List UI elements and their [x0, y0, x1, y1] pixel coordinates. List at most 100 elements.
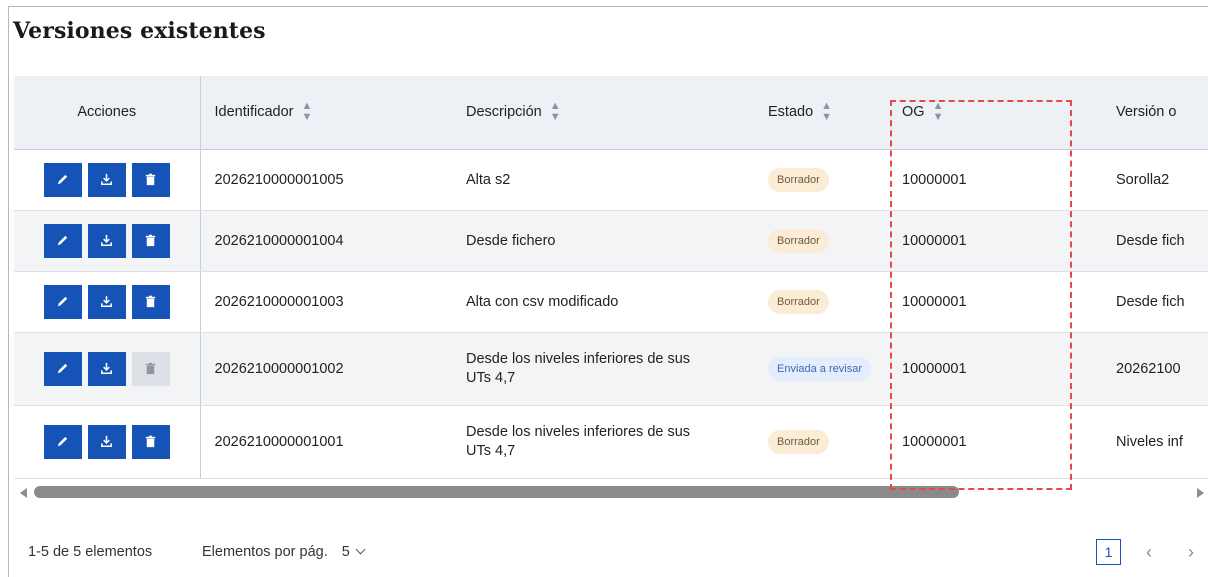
- cell-version: Desde fich: [1102, 210, 1208, 272]
- cell-identificador: 2026210000001002: [200, 332, 452, 406]
- download-button[interactable]: [87, 351, 126, 386]
- row-actions: [14, 271, 201, 333]
- header-descripcion[interactable]: Descripción ▲︎ ▼︎: [452, 76, 754, 150]
- cell-og: 10000001: [888, 210, 1102, 272]
- delete-button[interactable]: [131, 223, 170, 258]
- horizontal-scrollbar[interactable]: [14, 485, 1208, 501]
- descripcion-line-1: Desde los niveles inferiores de sus: [466, 423, 691, 440]
- header-actions-label: Acciones: [77, 104, 137, 121]
- section-title: Versiones existentes: [13, 18, 266, 44]
- trash-icon: [146, 362, 156, 375]
- edit-button[interactable]: [43, 223, 82, 258]
- header-estado[interactable]: Estado ▲︎ ▼︎: [754, 76, 888, 150]
- download-button[interactable]: [87, 162, 126, 197]
- row-actions: [14, 149, 201, 211]
- cell-estado: Borrador: [754, 149, 888, 211]
- prev-page-button[interactable]: ‹: [1146, 540, 1152, 564]
- descripcion-line-2: UTs 4,7: [466, 369, 516, 386]
- cell-version: Desde fich: [1102, 271, 1208, 333]
- header-og[interactable]: OG ▲︎ ▼︎: [888, 76, 1102, 150]
- sort-icon[interactable]: ▲︎ ▼︎: [302, 101, 313, 123]
- header-descripcion-label: Descripción: [466, 104, 542, 121]
- download-button[interactable]: [87, 424, 126, 459]
- edit-button[interactable]: [43, 424, 82, 459]
- cell-identificador: 2026210000001005: [200, 149, 452, 211]
- delete-button[interactable]: [131, 424, 170, 459]
- status-badge: Borrador: [768, 289, 829, 314]
- trash-icon: [146, 173, 156, 186]
- cell-version: 20262100: [1102, 332, 1208, 406]
- cell-identificador: 2026210000001003: [200, 271, 452, 333]
- cell-descripcion: Desde los niveles inferiores de sus UTs 4…: [452, 332, 754, 406]
- trash-icon: [146, 234, 156, 247]
- cell-og: 10000001: [888, 271, 1102, 333]
- header-identificador-label: Identificador: [214, 104, 294, 121]
- next-page-button[interactable]: ›: [1188, 540, 1194, 564]
- cell-og: 10000001: [888, 405, 1102, 479]
- pagination-range: 1-5 de 5 elementos: [28, 544, 153, 560]
- header-og-label: OG: [902, 104, 925, 121]
- status-badge: Borrador: [768, 429, 829, 454]
- cell-identificador: 2026210000001001: [200, 405, 452, 479]
- row-actions: [14, 405, 201, 479]
- table-row: 2026210000001001 Desde los niveles inferi…: [14, 405, 1208, 479]
- cell-estado: Borrador: [754, 210, 888, 272]
- trash-icon: [146, 435, 156, 448]
- download-icon: [101, 173, 113, 185]
- download-button[interactable]: [87, 223, 126, 258]
- cell-descripcion: Desde fichero: [452, 210, 754, 272]
- header-estado-label: Estado: [768, 104, 814, 121]
- chevron-down-icon[interactable]: [355, 544, 366, 555]
- header-identificador[interactable]: Identificador ▲︎ ▼︎: [200, 76, 452, 150]
- sort-icon[interactable]: ▲︎ ▼︎: [550, 101, 561, 123]
- table-row: 2026210000001003 Alta con csv modificado B…: [14, 271, 1208, 333]
- cell-descripcion: Alta con csv modificado: [452, 271, 754, 333]
- scrollbar-thumb[interactable]: [34, 486, 959, 498]
- pencil-icon: [58, 235, 68, 246]
- cell-version: Niveles inf: [1102, 405, 1208, 479]
- descripcion-line-2: UTs 4,7: [466, 442, 516, 459]
- header-version-label: Versión o: [1116, 104, 1177, 121]
- edit-button[interactable]: [43, 351, 82, 386]
- table-row: 2026210000001005 Alta s2 Borrador 10000001 S…: [14, 149, 1208, 211]
- cell-version: Sorolla2: [1102, 149, 1208, 211]
- sort-icon[interactable]: ▲︎ ▼︎: [821, 101, 832, 123]
- per-page-label: Elementos por pág.: [202, 544, 328, 560]
- pencil-icon: [58, 436, 68, 447]
- cell-og: 10000001: [888, 149, 1102, 211]
- pencil-icon: [58, 174, 68, 185]
- descripcion-line-1: Desde los niveles inferiores de sus: [466, 350, 691, 367]
- scroll-right-arrow-icon[interactable]: [1197, 488, 1204, 498]
- per-page-selector[interactable]: Elementos por pág. 5: [202, 544, 366, 560]
- download-button[interactable]: [87, 284, 126, 319]
- cell-estado: Borrador: [754, 405, 888, 479]
- delete-button[interactable]: [131, 162, 170, 197]
- row-actions: [14, 210, 201, 272]
- versions-table: Acciones Identificador ▲︎ ▼︎ Descripción ▲︎…: [14, 76, 1208, 481]
- header-actions: Acciones: [14, 76, 201, 150]
- edit-button[interactable]: [43, 284, 82, 319]
- scroll-left-arrow-icon[interactable]: [20, 488, 27, 498]
- status-badge: Borrador: [768, 167, 829, 192]
- sort-icon[interactable]: ▲︎ ▼︎: [933, 101, 944, 123]
- cell-descripcion: Desde los niveles inferiores de sus UTs 4…: [452, 405, 754, 479]
- row-actions: [14, 332, 201, 406]
- pencil-icon: [58, 296, 68, 307]
- trash-icon: [146, 295, 156, 308]
- status-badge: Borrador: [768, 228, 829, 253]
- download-icon: [101, 295, 113, 307]
- pencil-icon: [58, 363, 68, 374]
- cell-identificador: 2026210000001004: [200, 210, 452, 272]
- download-icon: [101, 362, 113, 374]
- cell-descripcion: Alta s2: [452, 149, 754, 211]
- table-row: 2026210000001004 Desde fichero Borrador 100…: [14, 210, 1208, 272]
- cell-estado: Borrador: [754, 271, 888, 333]
- status-badge: Enviada a revisar: [768, 356, 871, 381]
- per-page-value[interactable]: 5: [342, 544, 350, 560]
- delete-button[interactable]: [131, 284, 170, 319]
- download-icon: [101, 435, 113, 447]
- page-button-current[interactable]: 1: [1096, 539, 1121, 565]
- header-version[interactable]: Versión o: [1102, 76, 1208, 150]
- edit-button[interactable]: [43, 162, 82, 197]
- download-icon: [101, 234, 113, 246]
